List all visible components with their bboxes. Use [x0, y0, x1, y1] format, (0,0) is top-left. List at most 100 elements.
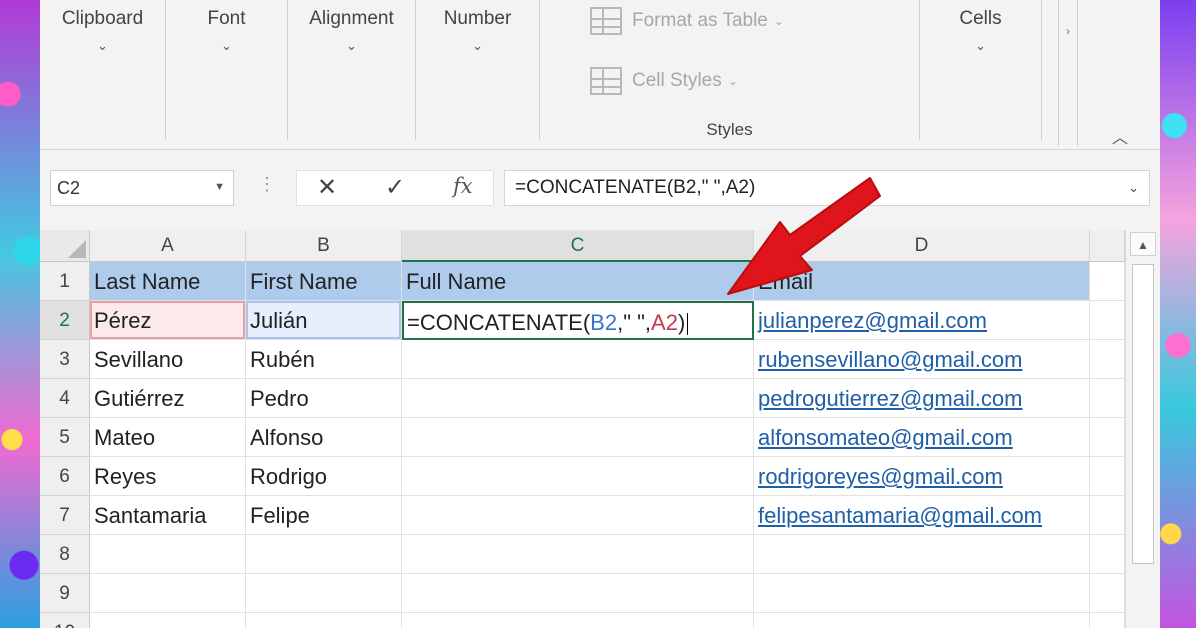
cell-a8[interactable]: [90, 535, 246, 574]
cell-e6[interactable]: [1090, 457, 1125, 496]
cell-b10[interactable]: [246, 613, 402, 628]
chevron-down-icon[interactable]: ⌄: [920, 38, 1041, 54]
cell-c7[interactable]: [402, 496, 754, 535]
chevron-down-icon[interactable]: ⌄: [166, 38, 287, 54]
cell-b2[interactable]: Julián: [246, 301, 402, 340]
cell-c1[interactable]: Full Name: [402, 262, 754, 301]
column-header-b[interactable]: B: [246, 230, 402, 262]
cells-group[interactable]: Cells ⌄: [920, 0, 1042, 140]
cells-label: Cells: [959, 8, 1002, 29]
ribbon-scroll-right-icon[interactable]: ›: [1058, 0, 1078, 146]
cell-styles-label: Cell Styles: [632, 70, 722, 91]
cell-a5[interactable]: Mateo: [90, 418, 246, 457]
alignment-group[interactable]: Alignment ⌄: [288, 0, 416, 140]
column-header-a[interactable]: A: [90, 230, 246, 262]
cell-b6[interactable]: Rodrigo: [246, 457, 402, 496]
cell-d2[interactable]: julianperez@gmail.com: [754, 301, 1090, 340]
cell-a10[interactable]: [90, 613, 246, 628]
cell-d3[interactable]: rubensevillano@gmail.com: [754, 340, 1090, 379]
cell-c5[interactable]: [402, 418, 754, 457]
cell-e2[interactable]: [1090, 301, 1125, 340]
table-icon: [590, 7, 622, 35]
row-header-5[interactable]: 5: [40, 418, 90, 457]
row-header-6[interactable]: 6: [40, 457, 90, 496]
cell-c6[interactable]: [402, 457, 754, 496]
cell-styles-button[interactable]: Cell Styles ⌄: [590, 64, 738, 98]
cell-d6[interactable]: rodrigoreyes@gmail.com: [754, 457, 1090, 496]
chevron-down-icon[interactable]: ⌄: [288, 38, 415, 54]
font-group[interactable]: Font ⌄: [166, 0, 288, 140]
cell-b9[interactable]: [246, 574, 402, 613]
cell-a7[interactable]: Santamaria: [90, 496, 246, 535]
row-header-7[interactable]: 7: [40, 496, 90, 535]
name-box[interactable]: C2 ▼: [50, 170, 234, 206]
row-header-2[interactable]: 2: [40, 301, 90, 340]
cell-d5[interactable]: alfonsomateo@gmail.com: [754, 418, 1090, 457]
scroll-up-icon[interactable]: ▲: [1130, 232, 1156, 256]
column-header-c[interactable]: C: [402, 230, 754, 262]
cell-b5[interactable]: Alfonso: [246, 418, 402, 457]
column-header-d[interactable]: D: [754, 230, 1090, 262]
row-header-8[interactable]: 8: [40, 535, 90, 574]
cell-e3[interactable]: [1090, 340, 1125, 379]
insert-function-icon[interactable]: fx: [453, 174, 473, 198]
excel-window: Clipboard ⌄ Font ⌄ Alignment ⌄ Number ⌄ …: [40, 0, 1160, 628]
select-all-button[interactable]: [40, 230, 90, 262]
number-group[interactable]: Number ⌄: [416, 0, 540, 140]
cell-e4[interactable]: [1090, 379, 1125, 418]
enter-check-icon[interactable]: ✓: [385, 173, 405, 202]
expand-formula-bar-icon[interactable]: ⌄: [1128, 180, 1139, 196]
row-header-9[interactable]: 9: [40, 574, 90, 613]
cell-e8[interactable]: [1090, 535, 1125, 574]
number-label: Number: [443, 8, 512, 29]
row-header-10[interactable]: 10: [40, 613, 90, 628]
clipboard-group[interactable]: Clipboard ⌄: [40, 0, 166, 140]
row-header-1[interactable]: 1: [40, 262, 90, 301]
cell-e5[interactable]: [1090, 418, 1125, 457]
cell-b8[interactable]: [246, 535, 402, 574]
cell-d9[interactable]: [754, 574, 1090, 613]
cell-a2[interactable]: Pérez: [90, 301, 246, 340]
cell-c8[interactable]: [402, 535, 754, 574]
cell-e1[interactable]: [1090, 262, 1125, 301]
dropdown-arrow-icon[interactable]: ▼: [214, 181, 225, 193]
chevron-down-icon[interactable]: ⌄: [416, 38, 539, 54]
chevron-down-icon[interactable]: ⌄: [40, 38, 165, 54]
cell-a9[interactable]: [90, 574, 246, 613]
column-header-e[interactable]: [1090, 230, 1125, 262]
scroll-thumb[interactable]: [1132, 264, 1154, 564]
formula-input[interactable]: =CONCATENATE(B2," ",A2) ⌄: [504, 170, 1150, 206]
cell-c3[interactable]: [402, 340, 754, 379]
format-as-table-button[interactable]: Format as Table ⌄: [590, 4, 784, 38]
chevron-down-icon: ⌄: [727, 74, 738, 88]
cancel-icon[interactable]: ✕: [317, 173, 337, 202]
cell-a1[interactable]: Last Name: [90, 262, 246, 301]
row-header-3[interactable]: 3: [40, 340, 90, 379]
cell-e7[interactable]: [1090, 496, 1125, 535]
cell-b3[interactable]: Rubén: [246, 340, 402, 379]
cell-d10[interactable]: [754, 613, 1090, 628]
cell-c9[interactable]: [402, 574, 754, 613]
cell-c10[interactable]: [402, 613, 754, 628]
chevron-down-icon: ⌄: [773, 14, 784, 28]
cell-a4[interactable]: Gutiérrez: [90, 379, 246, 418]
name-box-value: C2: [57, 178, 81, 198]
cell-b7[interactable]: Felipe: [246, 496, 402, 535]
cell-c2-active[interactable]: =CONCATENATE(B2," ",A2): [402, 301, 754, 340]
resize-handle-icon[interactable]: ⋮: [258, 174, 276, 195]
cell-e10[interactable]: [1090, 613, 1125, 628]
cell-e9[interactable]: [1090, 574, 1125, 613]
cell-a3[interactable]: Sevillano: [90, 340, 246, 379]
cell-d7[interactable]: felipesantamaria@gmail.com: [754, 496, 1090, 535]
row-header-4[interactable]: 4: [40, 379, 90, 418]
cell-d1[interactable]: Email: [754, 262, 1090, 301]
cell-b1[interactable]: First Name: [246, 262, 402, 301]
cell-d4[interactable]: pedrogutierrez@gmail.com: [754, 379, 1090, 418]
collapse-ribbon-icon[interactable]: ︿: [1108, 124, 1132, 147]
formula-middle: ," ",: [617, 310, 652, 335]
cell-a6[interactable]: Reyes: [90, 457, 246, 496]
cell-b4[interactable]: Pedro: [246, 379, 402, 418]
cell-d8[interactable]: [754, 535, 1090, 574]
vertical-scrollbar[interactable]: ▲: [1125, 230, 1160, 628]
cell-c4[interactable]: [402, 379, 754, 418]
